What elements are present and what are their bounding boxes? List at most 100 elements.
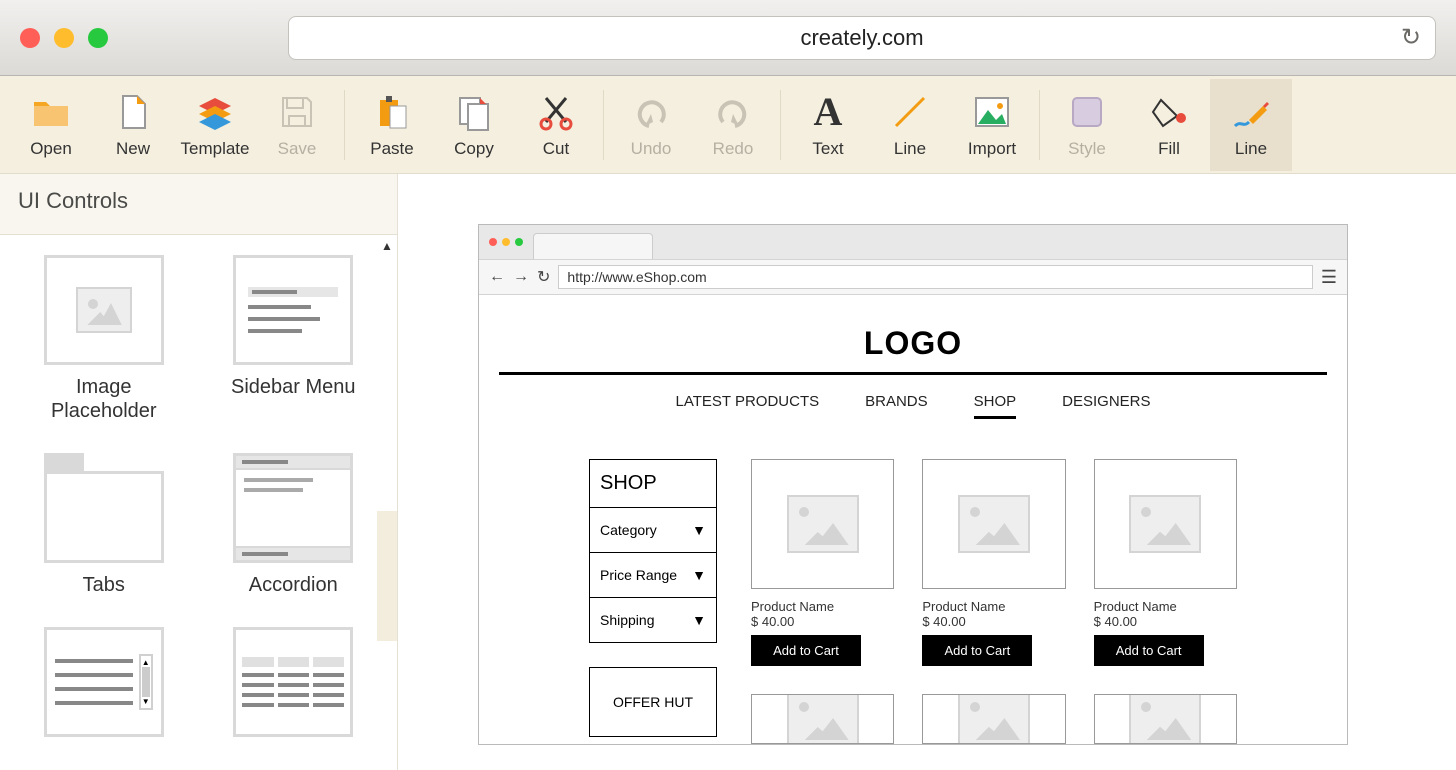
new-file-icon — [112, 91, 154, 133]
fill-button[interactable]: Fill — [1128, 79, 1210, 171]
chevron-down-icon: ▼ — [692, 522, 706, 538]
line-tool-button[interactable]: Line — [1210, 79, 1292, 171]
line-shape-button[interactable]: Line — [869, 79, 951, 171]
cut-button[interactable]: Cut — [515, 79, 597, 171]
copy-button[interactable]: Copy — [433, 79, 515, 171]
mockup-tab-bar — [479, 225, 1347, 259]
product-card: Product Name $ 40.00 Add to Cart — [1094, 459, 1237, 666]
minimize-icon — [502, 238, 510, 246]
scroll-thumb[interactable] — [377, 511, 397, 641]
product-card — [751, 694, 894, 744]
product-price: $ 40.00 — [1094, 614, 1237, 629]
control-tabs[interactable]: Tabs — [24, 453, 184, 597]
mockup-window-controls — [489, 238, 523, 246]
style-button[interactable]: Style — [1046, 79, 1128, 171]
add-to-cart-button: Add to Cart — [922, 635, 1032, 666]
hamburger-icon: ☰ — [1321, 267, 1337, 288]
template-label: Template — [181, 139, 250, 159]
new-button[interactable]: New — [92, 79, 174, 171]
address-bar[interactable]: creately.com ↻ — [288, 16, 1436, 60]
cut-label: Cut — [543, 139, 569, 159]
text-button[interactable]: A Text — [787, 79, 869, 171]
product-grid: Product Name $ 40.00 Add to Cart Product… — [751, 459, 1237, 744]
shop-filter-box: SHOP Category▼ Price Range▼ Shipping▼ — [589, 459, 717, 643]
back-icon: ← — [489, 268, 505, 286]
product-image — [751, 694, 894, 744]
pencil-icon — [1230, 91, 1272, 133]
undo-icon — [630, 91, 672, 133]
product-name: Product Name — [922, 599, 1065, 614]
mockup-browser[interactable]: ← → ↻ http://www.eShop.com ☰ LOGO LATEST… — [478, 224, 1348, 745]
filter-option: Shipping ▼ — [590, 598, 716, 642]
template-button[interactable]: Template — [174, 79, 256, 171]
folder-icon — [30, 91, 72, 133]
open-label: Open — [30, 139, 72, 159]
undo-button[interactable]: Undo — [610, 79, 692, 171]
new-label: New — [116, 139, 150, 159]
shapes-sidebar: UI Controls Image Placeholder Si — [0, 174, 398, 770]
product-image — [922, 459, 1065, 589]
minimize-window-icon[interactable] — [54, 28, 74, 48]
mockup-shop-layout: SHOP Category▼ Price Range▼ Shipping▼ OF… — [499, 459, 1327, 744]
image-placeholder-icon — [44, 255, 164, 365]
paste-button[interactable]: Paste — [351, 79, 433, 171]
redo-label: Redo — [713, 139, 754, 159]
reload-icon[interactable]: ↻ — [1401, 23, 1421, 52]
fill-icon — [1148, 91, 1190, 133]
style-label: Style — [1068, 139, 1106, 159]
refresh-icon: ↻ — [537, 267, 550, 287]
mockup-page-body: LOGO LATEST PRODUCTS BRANDS SHOP DESIGNE… — [479, 295, 1347, 744]
control-image-placeholder[interactable]: Image Placeholder — [24, 255, 184, 423]
canvas-area[interactable]: ← → ↻ http://www.eShop.com ☰ LOGO LATEST… — [398, 174, 1456, 770]
product-name: Product Name — [751, 599, 894, 614]
product-name: Product Name — [1094, 599, 1237, 614]
control-sidebar-menu[interactable]: Sidebar Menu — [214, 255, 374, 423]
add-to-cart-button: Add to Cart — [1094, 635, 1204, 666]
import-label: Import — [968, 139, 1016, 159]
mockup-nav-menu: LATEST PRODUCTS BRANDS SHOP DESIGNERS — [499, 393, 1327, 419]
product-card — [922, 694, 1065, 744]
filter-option: Category▼ — [590, 508, 716, 553]
close-icon — [489, 238, 497, 246]
control-label: Accordion — [249, 573, 338, 597]
nav-item: DESIGNERS — [1062, 393, 1150, 419]
filter-label: Price Range — [600, 567, 677, 583]
app-toolbar: Open New Template Save Paste Copy C — [0, 76, 1456, 174]
tabs-icon — [44, 453, 164, 563]
style-icon — [1066, 91, 1108, 133]
address-bar-text: creately.com — [800, 25, 923, 51]
maximize-window-icon[interactable] — [88, 28, 108, 48]
scroll-up-icon[interactable]: ▲ — [377, 235, 397, 257]
product-image — [922, 694, 1065, 744]
control-label: Tabs — [83, 573, 125, 597]
nav-item: BRANDS — [865, 393, 928, 419]
scrollable-list-icon: ▲▼ — [44, 627, 164, 737]
workspace: UI Controls Image Placeholder Si — [0, 174, 1456, 770]
nav-item: LATEST PRODUCTS — [675, 393, 819, 419]
fill-label: Fill — [1158, 139, 1180, 159]
filter-option: Price Range▼ — [590, 553, 716, 598]
mockup-tab — [533, 233, 653, 259]
product-image — [751, 459, 894, 589]
redo-button[interactable]: Redo — [692, 79, 774, 171]
toolbar-separator — [344, 90, 345, 160]
control-data-grid[interactable] — [214, 627, 374, 737]
control-scrollable-list[interactable]: ▲▼ — [24, 627, 184, 737]
line-tool-label: Line — [1235, 139, 1267, 159]
redo-icon — [712, 91, 754, 133]
product-card: Product Name $ 40.00 Add to Cart — [922, 459, 1065, 666]
close-window-icon[interactable] — [20, 28, 40, 48]
filter-label: Shipping — [600, 612, 655, 628]
sidebar-scrollbar[interactable]: ▲ — [377, 235, 397, 770]
chevron-down-icon: ▼ — [692, 612, 706, 628]
mockup-url-input: http://www.eShop.com — [558, 265, 1312, 289]
text-label: Text — [812, 139, 843, 159]
controls-panel: Image Placeholder Sidebar Menu — [0, 234, 397, 770]
save-button[interactable]: Save — [256, 79, 338, 171]
import-button[interactable]: Import — [951, 79, 1033, 171]
sidebar-title: UI Controls — [0, 174, 397, 234]
control-accordion[interactable]: Accordion — [214, 453, 374, 597]
toolbar-separator — [780, 90, 781, 160]
open-button[interactable]: Open — [10, 79, 92, 171]
template-icon — [194, 91, 236, 133]
